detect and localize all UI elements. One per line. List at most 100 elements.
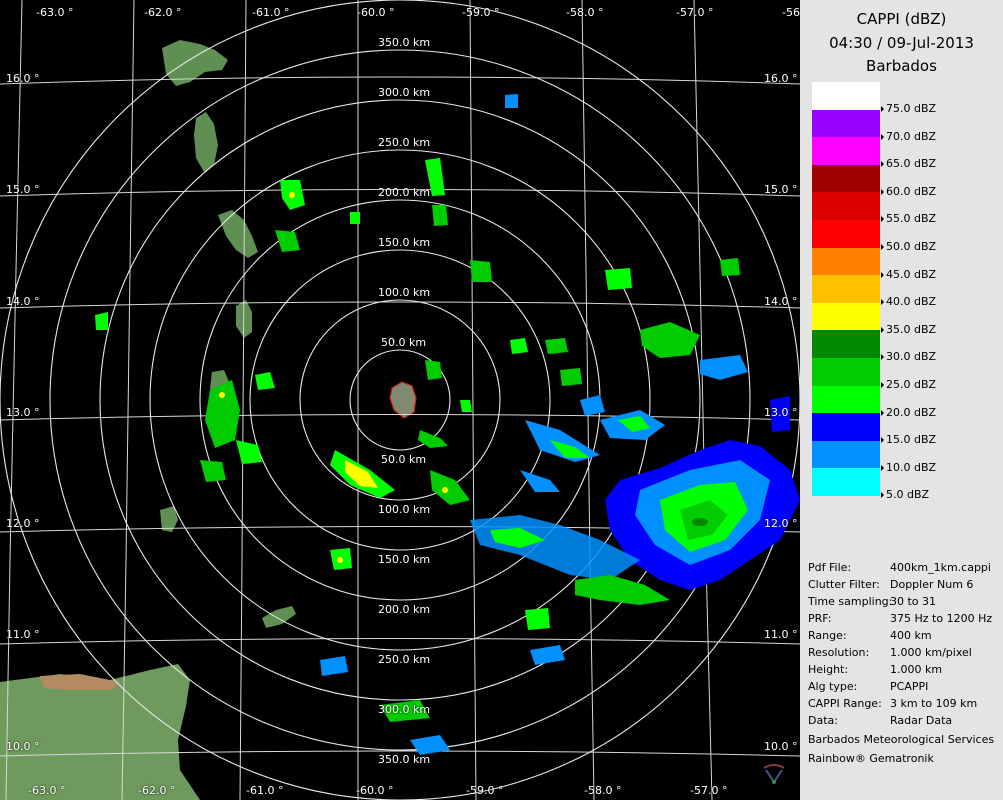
lon-label-top: -61.0 ° — [252, 6, 290, 19]
legend-label: 75.0 dBZ — [886, 102, 937, 115]
range-label-north: 300.0 km — [378, 86, 431, 99]
legend-label: 20.0 dBZ — [886, 405, 937, 419]
legend-swatch — [812, 440, 880, 469]
lat-label-right: 14.0 ° — [764, 295, 798, 308]
info-row: Resolution: 1.000 km/pixel — [808, 646, 972, 659]
legend-tick-icon — [881, 271, 884, 278]
lat-label-right: 13.0 ° — [764, 406, 798, 419]
legend-swatch — [812, 357, 880, 386]
legend-tick-icon — [881, 437, 884, 444]
lat-label-left: 13.0 ° — [6, 406, 40, 419]
lon-label-bottom: -61.0 ° — [246, 784, 284, 797]
organization-label: Barbados Meteorological Services — [808, 733, 995, 746]
legend-label: 70.0 dBZ — [886, 129, 937, 143]
legend-tick-icon — [881, 492, 884, 499]
legend-label: 25.0 dBZ — [886, 378, 937, 391]
site-name: Barbados — [866, 57, 937, 75]
lat-label-right: 11.0 ° — [764, 628, 798, 641]
legend-label: 15.0 dBZ — [886, 433, 937, 447]
color-legend: 75.0 dBZ 70.0 dBZ 65.0 dBZ 60.0 dBZ 55.0 dBZ… — [812, 82, 936, 501]
legend-tick-icon — [881, 326, 884, 333]
range-label-north: 100.0 km — [378, 286, 431, 299]
legend-label: 35.0 dBZ — [886, 322, 937, 336]
lon-label-bottom: -60.0 ° — [356, 784, 394, 797]
lat-label-left: 10.0 ° — [6, 740, 40, 753]
info-row: Range: 400 km — [808, 629, 932, 642]
lat-label-left: 15.0 ° — [6, 183, 40, 196]
legend-swatch — [812, 385, 880, 414]
info-row: Pdf File: 400km_1km.cappi — [808, 561, 991, 574]
info-value: Radar Data — [890, 714, 953, 727]
info-key: CAPPI Range: — [808, 697, 882, 710]
legend-tick-icon — [881, 299, 884, 306]
range-label-south: 350.0 km — [378, 753, 431, 766]
legend-swatch — [812, 192, 880, 220]
legend-tick-icon — [881, 133, 884, 140]
gematronik-logo-icon — [763, 764, 785, 784]
island-barbados — [389, 381, 417, 419]
info-key: Range: — [808, 629, 847, 642]
island-martinique — [218, 210, 258, 258]
range-label-north: 150.0 km — [378, 236, 431, 249]
legend-label: 10.0 dBZ — [886, 460, 937, 474]
lon-label-top: -62.0 ° — [144, 6, 182, 19]
info-key: PRF: — [808, 612, 832, 625]
legend-label: 65.0 dBZ — [886, 157, 937, 171]
info-value: 400 km — [890, 629, 932, 642]
info-row: Time sampling:30 to 31 — [808, 595, 936, 608]
lat-label-right: 16.0 ° — [764, 72, 798, 85]
legend-label: 55.0 dBZ — [886, 212, 937, 226]
radar-map[interactable]: -63.0 ° -62.0 ° -61.0 ° -60.0 ° -59.0 ° … — [0, 0, 800, 800]
info-value: 30 to 31 — [890, 595, 937, 608]
lat-label-left: 14.0 ° — [6, 295, 40, 308]
range-label-north: 350.0 km — [378, 36, 431, 49]
trinidad-highlands — [40, 674, 120, 690]
legend-tick-icon — [881, 161, 884, 168]
lon-label-top: -59.0 ° — [462, 6, 500, 19]
info-key: Alg type: — [808, 680, 858, 693]
legend-swatch — [812, 109, 880, 138]
legend-swatch — [812, 247, 880, 276]
lon-label-top: -57.0 ° — [676, 6, 714, 19]
info-row: Alg type: PCAPPI — [808, 680, 928, 693]
legend-label: 30.0 dBZ — [886, 350, 937, 364]
info-value: Doppler Num 6 — [890, 578, 974, 591]
info-row: Height: 1.000 km — [808, 663, 942, 676]
software-label: Rainbow® Gematronik — [808, 752, 934, 765]
lat-label-left: 16.0 ° — [6, 72, 40, 85]
legend-label: 5.0 dBZ — [886, 488, 930, 502]
legend-swatch — [812, 164, 880, 193]
legend-swatch — [812, 413, 880, 441]
info-key: Resolution: — [808, 646, 870, 659]
info-key: Height: — [808, 663, 849, 676]
legend-tick-icon — [881, 409, 884, 416]
lon-label-bottom: -59.0 ° — [466, 784, 504, 797]
info-value: 1.000 km — [890, 663, 943, 676]
lat-label-left: 12.0 ° — [6, 517, 40, 530]
legend-swatch — [812, 468, 880, 496]
info-value: 1.000 km/pixel — [890, 646, 972, 659]
range-label-south: 100.0 km — [378, 503, 431, 516]
legend-tick-icon — [881, 216, 884, 223]
lon-label-top: -56 — [782, 6, 800, 19]
info-row: PRF: 375 Hz to 1200 Hz — [808, 612, 992, 625]
lon-label-bottom: -58.0 ° — [584, 784, 622, 797]
range-label-south: 150.0 km — [378, 553, 431, 566]
legend-tick-icon — [881, 244, 884, 250]
info-key: Time sampling: — [808, 595, 893, 608]
legend-label: 60.0 dBZ — [886, 184, 937, 198]
island-dominica — [194, 112, 218, 172]
lat-label-right: 15.0 ° — [764, 183, 798, 196]
info-value: 375 Hz to 1200 Hz — [890, 612, 993, 625]
legend-tick-icon — [881, 188, 884, 195]
info-value: 400km_1km.cappi — [890, 561, 991, 574]
info-row: Clutter Filter: Doppler Num 6 — [808, 578, 973, 591]
info-value: PCAPPI — [890, 680, 929, 693]
legend-swatch — [812, 330, 880, 358]
legend-tick-icon — [881, 382, 884, 388]
lat-label-right: 10.0 ° — [764, 740, 798, 753]
legend-tick-icon — [881, 106, 884, 112]
legend-tick-icon — [881, 464, 884, 471]
legend-label: 50.0 dBZ — [886, 240, 937, 253]
legend-tick-icon — [881, 354, 884, 361]
